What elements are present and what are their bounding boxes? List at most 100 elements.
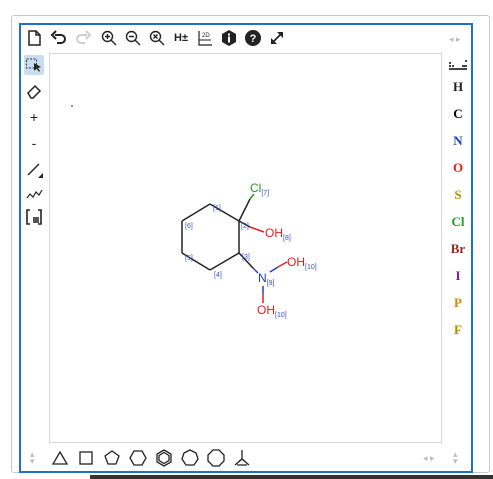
- hexagon-icon: [129, 450, 147, 466]
- atom-oh10b-index: [10]: [275, 312, 287, 319]
- atom-cl-index: [7]: [261, 190, 269, 197]
- bond-n-oh-b: [277, 261, 288, 268]
- pentagon-ring-button[interactable]: [103, 449, 121, 467]
- hydrogen-toggle-label: H±: [174, 32, 188, 44]
- element-n-button[interactable]: N: [445, 133, 471, 149]
- zoom-in-button[interactable]: [99, 28, 119, 48]
- template-bracket-button[interactable]: [24, 207, 44, 227]
- element-s-button[interactable]: S: [445, 187, 471, 203]
- octagon-ring-button[interactable]: [207, 449, 225, 467]
- left-toolbar: + -: [21, 53, 47, 443]
- cyclopropane-template-button[interactable]: [233, 449, 251, 467]
- clean-2d-button[interactable]: 2D: [195, 28, 215, 48]
- bond-tool-button[interactable]: [24, 159, 44, 179]
- atom-nitrogen: N[9]: [258, 271, 275, 287]
- hydrogen-toggle-button[interactable]: H±: [171, 28, 191, 48]
- svg-text:?: ?: [250, 33, 257, 45]
- charge-plus-button[interactable]: +: [24, 107, 44, 127]
- help-button[interactable]: ?: [243, 28, 263, 48]
- ring-index-6: [6]: [185, 223, 193, 230]
- ring-index-2: [2]: [241, 223, 249, 230]
- ring-index-3: [3]: [242, 254, 250, 261]
- info-button[interactable]: [219, 28, 239, 48]
- ring-index-5: [5]: [185, 255, 193, 262]
- eraser-icon: [27, 84, 42, 99]
- zoom-in-icon: [101, 30, 117, 46]
- atom-hydroxyl-10b: OH[10]: [257, 303, 287, 319]
- element-cl-button[interactable]: Cl: [445, 214, 471, 230]
- element-o-button[interactable]: O: [445, 160, 471, 176]
- bottom-toolbar: ▴ ▾ ◂ ▸ ▴ ▾: [21, 445, 471, 471]
- periodic-table-icon: [449, 60, 467, 70]
- undo-button[interactable]: [49, 28, 69, 48]
- chemical-structure-editor: H± 2D ? ◂ ▸ + - Cl[7] OH[8] N[9] OH[10] …: [19, 23, 473, 473]
- bond-3-4: [209, 252, 240, 271]
- element-c-button[interactable]: C: [445, 106, 471, 122]
- ring-atom-indices: [1] [2] [3] [4] [5] [6]: [185, 205, 250, 279]
- undo-icon: [50, 30, 66, 44]
- zoom-out-icon: [125, 30, 141, 46]
- clean-2d-icon: 2D: [198, 31, 212, 46]
- atom-chlorine: Cl[7]: [250, 181, 269, 197]
- bond-n-oh-a: [269, 266, 279, 273]
- triangle-icon: [51, 450, 69, 465]
- zoom-out-button[interactable]: [123, 28, 143, 48]
- redo-button[interactable]: [73, 28, 93, 48]
- expand-icon: [271, 32, 283, 44]
- bond-6-1: [181, 203, 211, 222]
- element-f-button[interactable]: F: [445, 322, 471, 338]
- eraser-tool-button[interactable]: [24, 81, 44, 101]
- right-toolbar: H C N O S Cl Br I P F: [445, 53, 471, 443]
- bottom-right-scroll-icon[interactable]: ▴ ▾: [453, 450, 458, 466]
- charge-minus-button[interactable]: -: [24, 133, 44, 153]
- drawing-canvas[interactable]: Cl[7] OH[8] N[9] OH[10] OH[10] [1] [2] […: [49, 53, 442, 443]
- page-bottom-bar: [90, 475, 493, 479]
- toolbar-scroll-arrows-icon[interactable]: ◂ ▸: [449, 34, 461, 45]
- heptagon-icon: [181, 449, 199, 466]
- atom-oh8-symbol: OH: [265, 226, 283, 240]
- atom-oh8-index: [8]: [283, 235, 291, 242]
- stray-dot: [71, 105, 73, 107]
- bottom-left-scroll-icon[interactable]: ▴ ▾: [30, 450, 35, 466]
- bracket-template-icon: [26, 209, 42, 225]
- ring-index-1: [1]: [213, 205, 221, 212]
- square-icon: [79, 451, 93, 465]
- chain-tool-button[interactable]: [24, 183, 44, 203]
- atom-oh10a-index: [10]: [305, 264, 317, 271]
- element-h-button[interactable]: H: [445, 79, 471, 95]
- element-p-button[interactable]: P: [445, 295, 471, 311]
- hexagon-ring-button[interactable]: [129, 449, 147, 467]
- zoom-reset-icon: [149, 30, 165, 46]
- new-document-icon: [28, 30, 41, 46]
- bottom-scroll-arrows-icon[interactable]: ◂ ▸: [423, 453, 435, 464]
- square-ring-button[interactable]: [77, 449, 95, 467]
- element-i-button[interactable]: I: [445, 268, 471, 284]
- octagon-icon: [207, 449, 225, 467]
- atom-oh10b-symbol: OH: [257, 303, 275, 317]
- chain-zigzag-icon: [26, 189, 43, 199]
- single-bond-icon: [27, 163, 43, 178]
- bond-2-cl: [238, 198, 251, 222]
- atom-cl-symbol: Cl: [250, 181, 261, 195]
- new-document-button[interactable]: [24, 28, 44, 48]
- select-arrow-icon: [26, 58, 41, 72]
- redo-icon: [76, 30, 92, 44]
- bond-oh-end: [249, 226, 265, 233]
- benzene-ring-button[interactable]: [155, 449, 173, 467]
- fullscreen-button[interactable]: [267, 28, 287, 48]
- periodic-table-button[interactable]: [449, 59, 467, 77]
- triangle-ring-button[interactable]: [51, 449, 69, 467]
- atom-n-symbol: N: [258, 271, 267, 285]
- element-br-button[interactable]: Br: [445, 241, 471, 257]
- top-toolbar: H± 2D ? ◂ ▸: [21, 25, 471, 53]
- atom-n-index: [9]: [267, 280, 275, 287]
- tripod-template-icon: [234, 450, 250, 466]
- pentagon-icon: [104, 450, 120, 465]
- help-icon: ?: [245, 30, 261, 46]
- select-tool-button[interactable]: [24, 55, 44, 75]
- benzene-icon: [156, 449, 172, 467]
- atom-oh10a-symbol: OH: [287, 255, 305, 269]
- molecule-drawing: Cl[7] OH[8] N[9] OH[10] OH[10] [1] [2] […: [71, 105, 317, 319]
- heptagon-ring-button[interactable]: [181, 449, 199, 467]
- zoom-reset-button[interactable]: [147, 28, 167, 48]
